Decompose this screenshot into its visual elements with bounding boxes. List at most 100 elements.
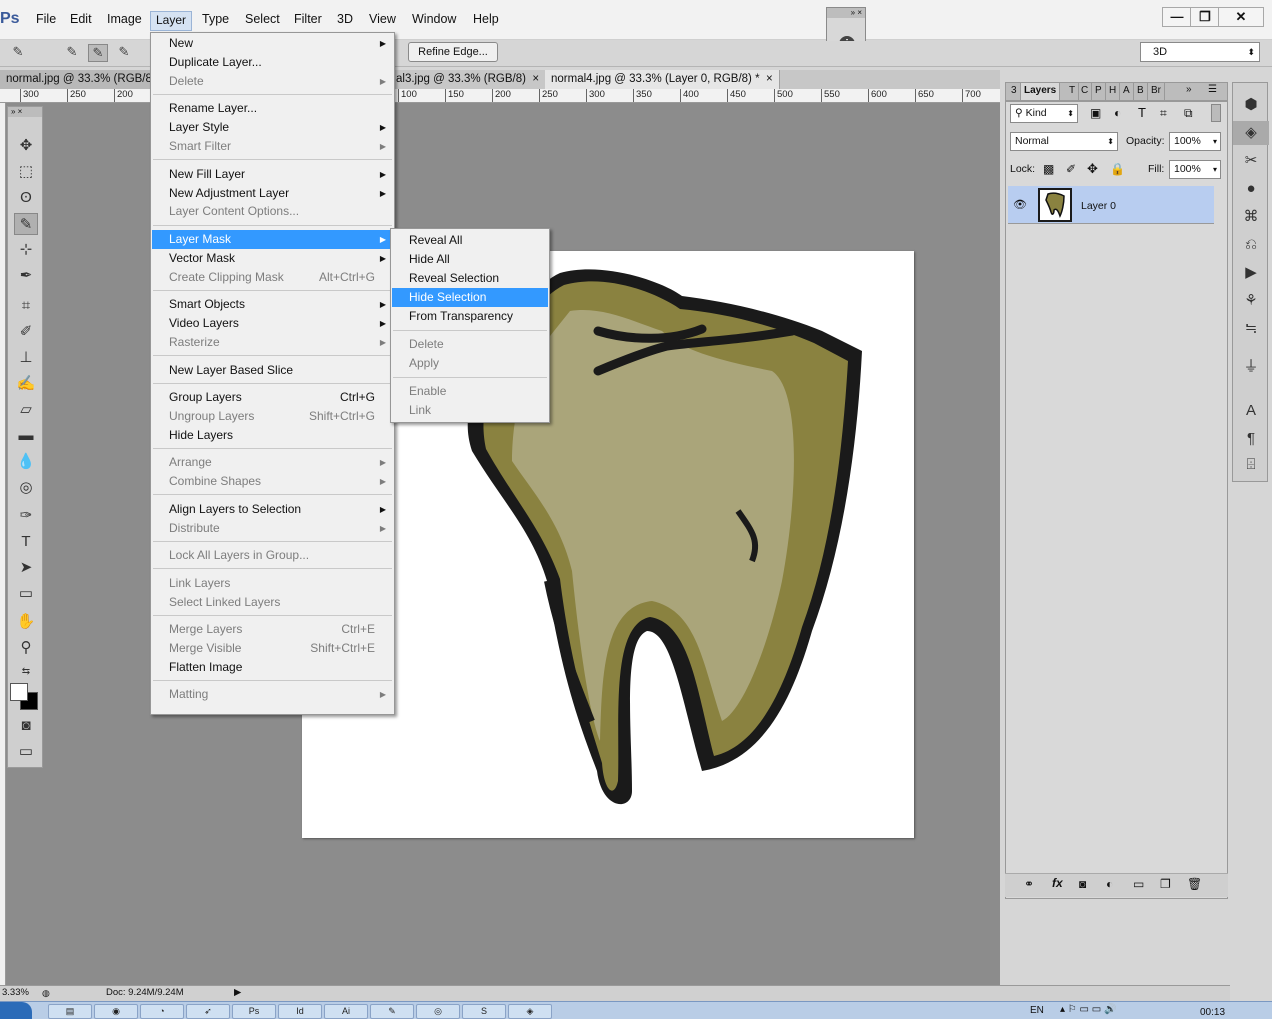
- layers-icon[interactable]: ◈: [1233, 121, 1269, 145]
- zoom-tool-icon[interactable]: ⚲: [14, 637, 38, 659]
- menu-item-reveal-selection[interactable]: Reveal Selection: [392, 269, 548, 288]
- fill-input[interactable]: 100% ▾: [1169, 160, 1221, 179]
- filter-type-icon[interactable]: T: [1138, 105, 1146, 120]
- taskbar-illustrator[interactable]: Ai: [324, 1004, 368, 1019]
- lock-image-icon[interactable]: ✐: [1066, 162, 1076, 176]
- kind-filter-select[interactable]: ⚲ Kind ⬍: [1010, 104, 1078, 123]
- taskbar-app-icon[interactable]: ➶: [186, 1004, 230, 1019]
- layer-thumbnail[interactable]: [1038, 188, 1072, 222]
- path-selection-tool-icon[interactable]: ➤: [14, 557, 38, 579]
- restore-button[interactable]: ❐: [1190, 7, 1220, 27]
- menu-item-hide-selection[interactable]: Hide Selection: [392, 288, 548, 307]
- menu-select[interactable]: Select: [245, 12, 280, 26]
- eraser-tool-icon[interactable]: ▱: [14, 399, 38, 421]
- taskbar-app2-icon[interactable]: ✎: [370, 1004, 414, 1019]
- taskbar-firefox-icon[interactable]: ◔: [140, 1004, 184, 1019]
- blend-mode-select[interactable]: Normal ⬍: [1010, 132, 1118, 151]
- tab-b[interactable]: B: [1134, 83, 1148, 100]
- channels-icon[interactable]: ✂: [1233, 149, 1269, 173]
- menu-item-group-layers[interactable]: Group Layers Ctrl+G: [152, 388, 393, 407]
- menu-item-flatten-image[interactable]: Flatten Image: [152, 658, 393, 677]
- menu-item-rename-layer[interactable]: Rename Layer...: [152, 99, 393, 118]
- blur-tool-icon[interactable]: 💧: [14, 451, 38, 473]
- menu-edit[interactable]: Edit: [70, 12, 92, 26]
- taskbar-chrome-icon[interactable]: ◉: [94, 1004, 138, 1019]
- menu-file[interactable]: File: [36, 12, 56, 26]
- zoom-level[interactable]: 3.33%: [2, 986, 29, 1000]
- type-tool-icon[interactable]: T: [14, 531, 38, 553]
- taskbar-photoshop[interactable]: Ps: [232, 1004, 276, 1019]
- menu-type[interactable]: Type: [202, 12, 229, 26]
- opacity-input[interactable]: 100% ▾: [1169, 132, 1221, 151]
- tab-normal3[interactable]: al3.jpg @ 33.3% (RGB/8) ×: [390, 70, 547, 89]
- color-icon[interactable]: ●: [1233, 177, 1269, 201]
- paths-icon[interactable]: ⌘: [1233, 205, 1269, 229]
- tab-normal[interactable]: normal.jpg @ 33.3% (RGB/8): [0, 70, 163, 89]
- taskbar-indesign[interactable]: Id: [278, 1004, 322, 1019]
- filter-toggle[interactable]: [1211, 104, 1221, 122]
- link-layers-icon[interactable]: ⚭: [1024, 877, 1034, 891]
- glyphs-icon[interactable]: ⌹: [1233, 453, 1269, 477]
- rectangle-tool-icon[interactable]: ▭: [14, 583, 38, 605]
- move-tool-icon[interactable]: ✥: [14, 135, 38, 157]
- taskbar-explorer-icon[interactable]: ▤: [48, 1004, 92, 1019]
- menu-item-from-transparency[interactable]: From Transparency: [392, 307, 548, 326]
- lasso-tool-icon[interactable]: ʘ: [14, 187, 38, 209]
- tray-icons[interactable]: ▴ ⚐ ▭ ▭ 🔊: [1060, 1004, 1116, 1015]
- new-selection-icon[interactable]: ✎: [62, 44, 82, 62]
- menu-view[interactable]: View: [369, 12, 396, 26]
- quick-selection-preset-icon[interactable]: ✎: [8, 44, 28, 62]
- close-icon[interactable]: ×: [766, 73, 773, 85]
- hand-tool-icon[interactable]: ✋: [14, 611, 38, 633]
- paragraph-icon[interactable]: ¶: [1233, 427, 1269, 451]
- gradient-tool-icon[interactable]: ▬: [14, 425, 38, 447]
- history-icon[interactable]: ⎌: [1233, 233, 1269, 257]
- menu-item-layer-style[interactable]: Layer Style ▶: [152, 118, 393, 137]
- new-layer-icon[interactable]: ❐: [1160, 877, 1171, 891]
- menu-item-align-layers-to-selection[interactable]: Align Layers to Selection ▶: [152, 500, 393, 519]
- eyedropper-tool-icon[interactable]: ✒: [14, 265, 38, 287]
- history-brush-tool-icon[interactable]: ✍: [14, 373, 38, 395]
- dodge-tool-icon[interactable]: ◎: [14, 477, 38, 499]
- close-button[interactable]: ✕: [1218, 7, 1264, 27]
- tab-3d[interactable]: 3: [1008, 83, 1021, 100]
- lock-all-icon[interactable]: 🔒: [1110, 162, 1125, 176]
- crop-tool-icon[interactable]: ⊹: [14, 239, 38, 261]
- tab-p[interactable]: P: [1092, 83, 1106, 100]
- panel-collapse-icon[interactable]: »: [1186, 84, 1192, 95]
- brush-tool-icon[interactable]: ✐: [14, 321, 38, 343]
- layer-name[interactable]: Layer 0: [1081, 200, 1116, 212]
- clone-stamp-tool-icon[interactable]: ⊥: [14, 347, 38, 369]
- status-icon[interactable]: ◍: [42, 986, 50, 1000]
- menu-layer[interactable]: Layer: [150, 11, 192, 31]
- taskbar-app3-icon[interactable]: ◎: [416, 1004, 460, 1019]
- tab-c[interactable]: C: [1078, 83, 1093, 100]
- new-group-icon[interactable]: ▭: [1133, 877, 1144, 891]
- tab-h[interactable]: H: [1106, 83, 1121, 100]
- menu-item-reveal-all[interactable]: Reveal All: [392, 231, 548, 250]
- pen-tool-icon[interactable]: ✑: [14, 505, 38, 527]
- menu-help[interactable]: Help: [473, 12, 499, 26]
- clone-source-icon[interactable]: ⏚: [1233, 355, 1269, 379]
- lock-transparent-icon[interactable]: ▩: [1043, 162, 1054, 176]
- tab-normal4[interactable]: normal4.jpg @ 33.3% (Layer 0, RGB/8) * ×: [545, 70, 780, 89]
- character-icon[interactable]: A: [1233, 399, 1269, 423]
- status-menu-icon[interactable]: ▶: [234, 986, 241, 1000]
- new-adjustment-icon[interactable]: ◐: [1106, 877, 1113, 891]
- add-mask-icon[interactable]: ◙: [1079, 877, 1086, 891]
- quick-selection-tool-icon[interactable]: ✎: [14, 213, 38, 235]
- menu-item-duplicate-layer[interactable]: Duplicate Layer...: [152, 53, 393, 72]
- workspace-select[interactable]: 3D ⬍: [1140, 42, 1260, 62]
- actions-icon[interactable]: ▶: [1233, 261, 1269, 285]
- menu-item-hide-all[interactable]: Hide All: [392, 250, 548, 269]
- fx-icon[interactable]: fx: [1052, 876, 1063, 890]
- filter-smart-object-icon[interactable]: ⧉: [1184, 106, 1193, 121]
- brush-presets-icon[interactable]: ⚘: [1233, 289, 1269, 313]
- eye-icon[interactable]: 👁: [1013, 198, 1027, 211]
- swap-colors-icon[interactable]: ⇆: [14, 661, 38, 683]
- start-button[interactable]: [0, 1002, 32, 1019]
- menu-item-smart-objects[interactable]: Smart Objects ▶: [152, 295, 393, 314]
- healing-brush-tool-icon[interactable]: ⌗: [14, 295, 38, 317]
- menu-item-video-layers[interactable]: Video Layers ▶: [152, 314, 393, 333]
- subtract-selection-icon[interactable]: ✎: [114, 44, 134, 62]
